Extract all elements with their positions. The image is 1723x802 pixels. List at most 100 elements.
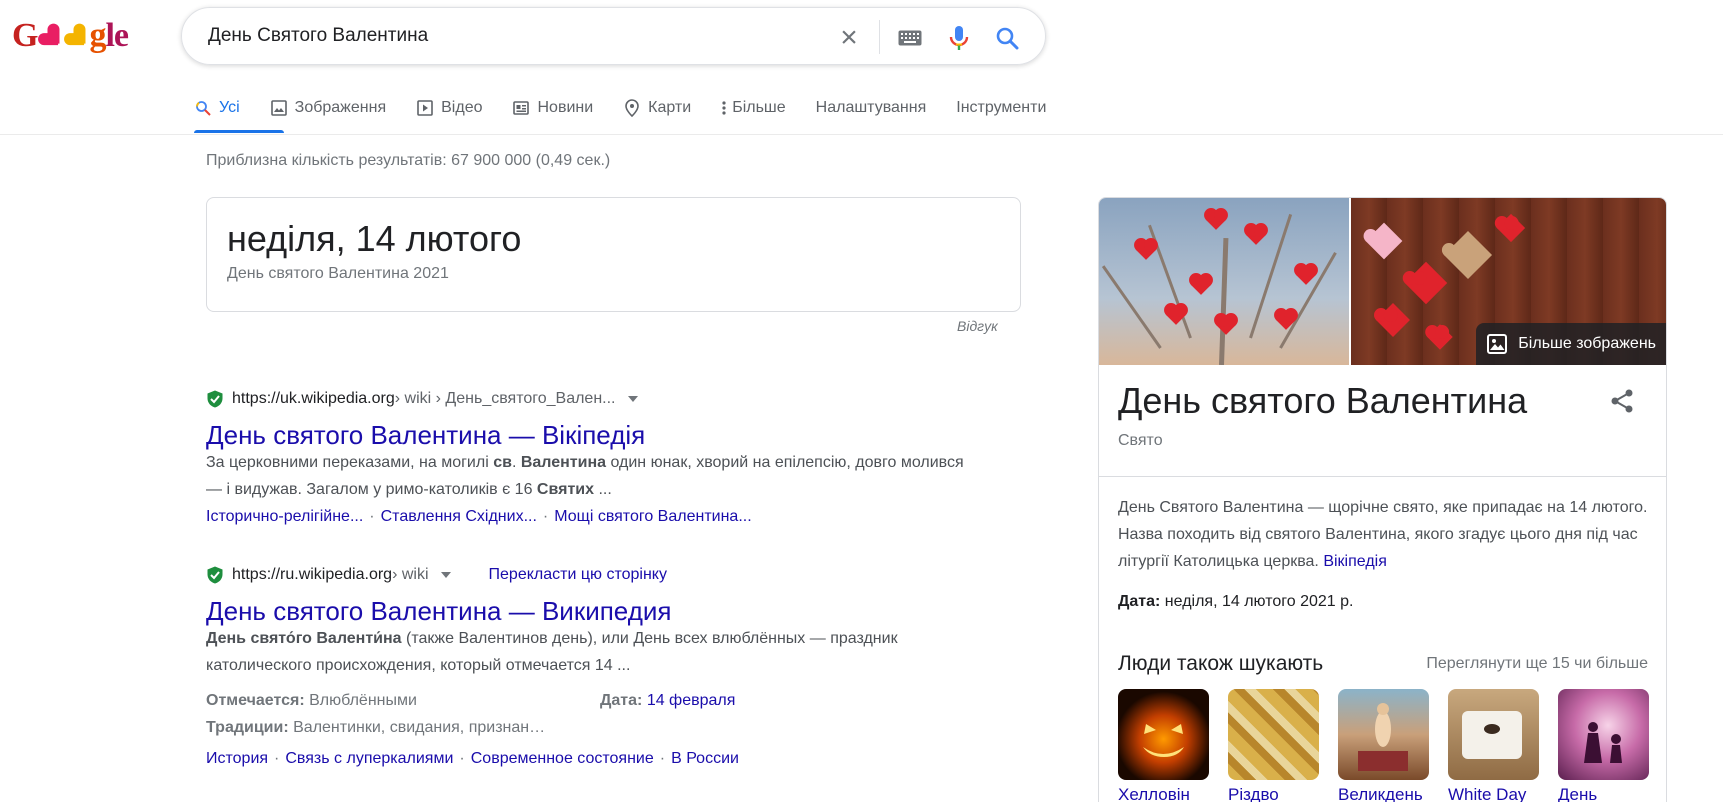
heart-shape xyxy=(1404,261,1448,305)
video-icon xyxy=(416,99,434,117)
image-icon xyxy=(1487,334,1508,354)
sitelink[interactable]: Связь с луперкалиями xyxy=(285,750,453,767)
kp-date-fact: Дата: неділя, 14 лютого 2021 р. xyxy=(1118,593,1353,611)
tab-label: Усі xyxy=(219,99,240,116)
tab-all[interactable]: Усі xyxy=(194,96,240,120)
people-also-search-heading: Люди також шукають xyxy=(1118,652,1324,675)
kp-image-heart-pillows[interactable]: Більше зображень xyxy=(1351,198,1666,365)
result-title[interactable]: День святого Валентина — Вікіпедія xyxy=(206,421,966,449)
wikipedia-link[interactable]: Вікіпедія xyxy=(1323,553,1387,570)
sitelink[interactable]: Мощі святого Валентина... xyxy=(554,508,751,525)
tab-video[interactable]: Відео xyxy=(416,96,482,120)
kp-title: День святого Валентина xyxy=(1118,380,1528,421)
heart-shape xyxy=(1427,324,1453,350)
result-sitelinks: Історично-релігійне... · Ставлення Східних… xyxy=(206,503,966,530)
result-path: › wiki xyxy=(392,566,429,583)
entity-thumbnail xyxy=(1448,689,1539,780)
result-cite[interactable]: https://uk.wikipedia.org › wiki › День_с… xyxy=(206,387,966,411)
tab-label: Інструменти xyxy=(956,99,1047,116)
fact-label: Дата: xyxy=(600,692,643,709)
verified-shield-icon xyxy=(207,566,223,584)
header-divider xyxy=(0,134,1723,135)
result-facts: Отмечается: Влюблёнными Дата: 14 февраля… xyxy=(206,687,966,741)
related-entity[interactable]: День xyxy=(1558,689,1649,802)
view-more-link[interactable]: Переглянути ще 15 чи більше xyxy=(1426,655,1648,673)
google-logo[interactable]: G g le xyxy=(12,16,129,56)
heart-shape xyxy=(1296,265,1316,285)
sitelink[interactable]: В России xyxy=(671,750,739,767)
snippet-text: За церковними переказами, на могилі xyxy=(206,454,494,471)
kp-type: Свято xyxy=(1118,432,1163,449)
dropdown-arrow-icon[interactable] xyxy=(440,572,451,578)
result-sitelinks: История · Связь с луперкалиями · Современное… xyxy=(206,745,966,772)
tab-label: Новини xyxy=(537,99,594,116)
entity-label: Великдень xyxy=(1338,785,1423,802)
tab-settings[interactable]: Налаштування xyxy=(816,96,927,120)
tab-label: Відео xyxy=(441,99,483,116)
people-also-search-list: Хелловін Різдво Великдень White Day День xyxy=(1118,689,1666,802)
sitelink[interactable]: История xyxy=(206,750,268,767)
sitelink[interactable]: Ставлення Східних... xyxy=(381,508,537,525)
entity-label: День xyxy=(1558,785,1598,802)
heart-shape xyxy=(1206,210,1226,230)
fact-value: Валентинки, свидания, признан… xyxy=(288,719,546,736)
result-path: › wiki › День_святого_Вален... xyxy=(394,390,616,407)
sitelink[interactable]: Історично-релігійне... xyxy=(206,508,363,525)
search-input[interactable] xyxy=(208,25,808,47)
result-title[interactable]: День святого Валентина — Википедия xyxy=(206,597,966,625)
tab-images[interactable]: Зображення xyxy=(270,96,386,120)
heart-shape xyxy=(1443,230,1493,280)
close-icon[interactable]: × xyxy=(836,23,862,53)
date-answer-box: неділя, 14 лютого День святого Валентина… xyxy=(206,197,1021,312)
fact-celebrated: Отмечается: Влюблёнными xyxy=(206,687,600,714)
result-cite[interactable]: https://ru.wikipedia.org › wiki Переклас… xyxy=(206,563,966,587)
heart-shape xyxy=(1216,315,1236,335)
tab-tools[interactable]: Інструменти xyxy=(956,96,1046,120)
related-entity[interactable]: Великдень xyxy=(1338,689,1429,802)
tree-trunk xyxy=(1219,237,1229,365)
fact-value: Влюблёнными xyxy=(304,692,417,709)
tab-more[interactable]: Більше xyxy=(721,96,786,120)
fact-label: Отмечается: xyxy=(206,692,305,709)
map-pin-icon xyxy=(623,99,641,117)
share-icon[interactable] xyxy=(1609,388,1635,414)
snippet-text: . xyxy=(511,454,521,471)
fact-value-link[interactable]: 14 февраля xyxy=(647,692,736,709)
keyboard-icon[interactable] xyxy=(897,25,923,51)
heart-shape xyxy=(1376,303,1410,337)
tab-label: Більше xyxy=(732,99,786,116)
feedback-link[interactable]: Відгук xyxy=(957,318,998,334)
tab-maps[interactable]: Карти xyxy=(623,96,691,120)
heart-shape xyxy=(1136,240,1156,260)
sitelink[interactable]: Современное состояние xyxy=(471,750,654,767)
image-icon xyxy=(270,99,288,117)
snippet-bold: Валентина xyxy=(520,454,607,471)
separator: · xyxy=(542,508,549,525)
snippet-bold: св xyxy=(493,454,512,471)
search-box: × xyxy=(181,7,1046,65)
search-icon xyxy=(194,99,212,117)
result-domain: https://uk.wikipedia.org xyxy=(232,390,395,407)
search-result: https://uk.wikipedia.org › wiki › День_с… xyxy=(206,387,966,530)
kp-divider xyxy=(1099,476,1666,477)
entity-thumbnail xyxy=(1118,689,1209,780)
kp-image-tree-hearts[interactable] xyxy=(1099,198,1349,365)
kp-description: День Святого Валентина — щорічне свято, … xyxy=(1118,494,1648,575)
related-entity[interactable]: White Day xyxy=(1448,689,1539,802)
logo-letter-g2: g xyxy=(89,17,106,54)
more-images-button[interactable]: Більше зображень xyxy=(1476,323,1666,365)
dropdown-arrow-icon[interactable] xyxy=(627,396,638,402)
search-icon[interactable] xyxy=(994,25,1020,51)
tab-news[interactable]: Новини xyxy=(512,96,593,120)
translate-page-link[interactable]: Перекласти цю сторінку xyxy=(489,566,667,584)
separator: · xyxy=(369,508,375,525)
snippet-text: ... xyxy=(594,481,612,498)
heart-shape xyxy=(1246,225,1266,245)
mic-icon[interactable] xyxy=(946,25,972,51)
tab-label: Налаштування xyxy=(815,99,927,116)
related-entity[interactable]: Хелловін xyxy=(1118,689,1209,802)
related-entity[interactable]: Різдво xyxy=(1228,689,1319,802)
answer-date: неділя, 14 лютого xyxy=(227,218,522,259)
separator: · xyxy=(659,750,666,767)
tree-branch xyxy=(1101,265,1162,349)
